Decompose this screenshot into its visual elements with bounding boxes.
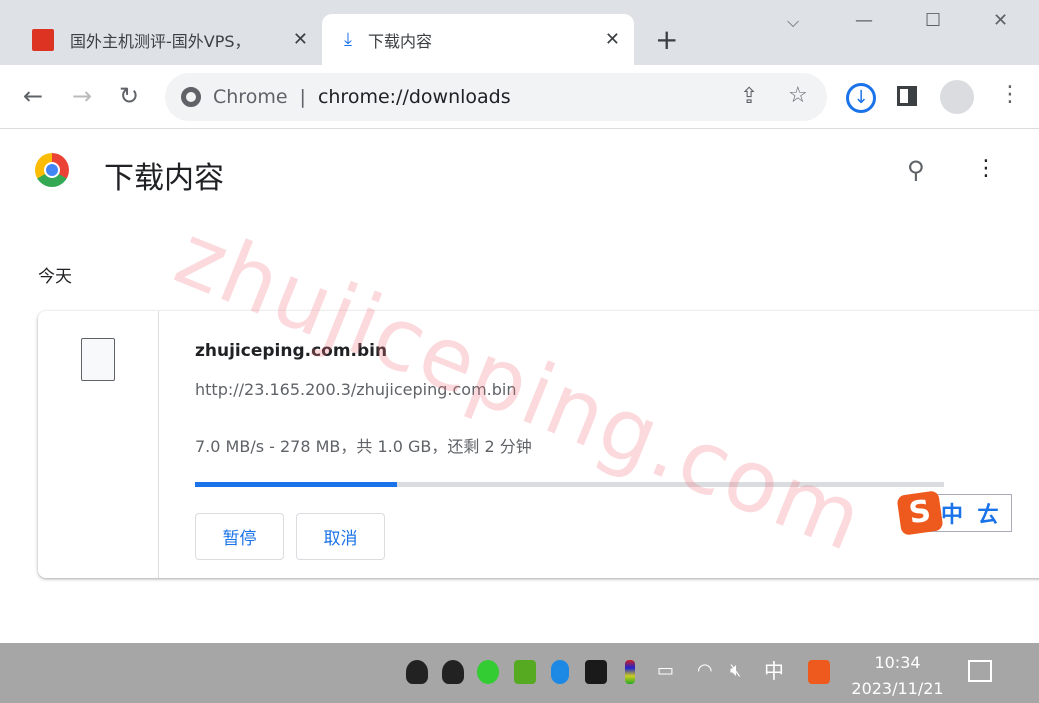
- notification-icon[interactable]: [968, 660, 992, 682]
- sogou-logo-icon: S: [896, 490, 944, 536]
- ime-option[interactable]: ㄊ: [977, 497, 999, 529]
- cancel-button[interactable]: 取消: [296, 513, 385, 560]
- minimize-icon[interactable]: —: [855, 12, 873, 30]
- download-item: zhujiceping.com.bin http://23.165.200.3/…: [38, 311, 1039, 578]
- bookmark-star-icon[interactable]: ☆: [788, 85, 808, 107]
- tab-title: 国外主机测评-国外VPS，: [70, 31, 251, 51]
- sogou-tray-icon[interactable]: [808, 660, 830, 684]
- search-icon[interactable]: ⚲: [907, 158, 925, 182]
- share-icon[interactable]: ⇪: [740, 86, 758, 108]
- bluetooth-icon[interactable]: [551, 660, 569, 684]
- window-close-icon[interactable]: ✕: [993, 12, 1008, 30]
- clock[interactable]: 10:34 2023/11/21: [850, 650, 945, 702]
- chrome-icon: [181, 87, 201, 107]
- back-icon[interactable]: ←: [23, 84, 43, 108]
- pause-button[interactable]: 暂停: [195, 513, 284, 560]
- more-actions-icon[interactable]: ⋮: [975, 158, 997, 180]
- download-icon: ⤓: [344, 29, 352, 50]
- nvidia-icon[interactable]: [585, 660, 607, 684]
- date-heading: 今天: [38, 267, 72, 287]
- volume-muted-icon[interactable]: 🔇︎: [730, 662, 741, 680]
- tab-search-icon[interactable]: ⌵: [787, 14, 799, 30]
- close-tab-icon[interactable]: ✕: [605, 29, 620, 50]
- wifi-icon[interactable]: ◠: [697, 662, 713, 680]
- menu-icon[interactable]: ⋮: [999, 84, 1021, 106]
- downloads-icon[interactable]: ↓: [846, 83, 876, 113]
- qq-icon[interactable]: [406, 660, 428, 684]
- battery-icon[interactable]: ▭: [657, 662, 674, 680]
- reload-icon[interactable]: ↻: [119, 84, 139, 108]
- progress-bar: [195, 482, 944, 487]
- tab-zhujiceping[interactable]: 国外主机测评-国外VPS， ✕: [16, 14, 322, 65]
- forward-icon[interactable]: →: [72, 84, 92, 108]
- maximize-icon[interactable]: ☐: [925, 12, 941, 30]
- side-panel-icon[interactable]: [897, 86, 917, 106]
- date: 2023/11/21: [851, 679, 944, 698]
- ime-mode[interactable]: 中: [941, 497, 963, 529]
- app-tray-icon[interactable]: [625, 660, 635, 684]
- qq-icon[interactable]: [442, 660, 464, 684]
- profile-avatar[interactable]: [940, 80, 974, 114]
- tab-downloads[interactable]: ⤓ 下载内容 ✕: [322, 14, 634, 65]
- ime-indicator[interactable]: 中: [764, 661, 784, 681]
- tab-title: 下载内容: [367, 31, 432, 51]
- file-name-link[interactable]: zhujiceping.com.bin: [195, 341, 387, 361]
- site-favicon: [32, 28, 54, 51]
- file-icon: [81, 338, 115, 381]
- separator: |: [299, 86, 306, 108]
- wechat-icon[interactable]: [477, 660, 499, 684]
- url-text[interactable]: chrome://downloads: [318, 86, 511, 108]
- site-label: Chrome: [213, 86, 288, 108]
- download-status: 7.0 MB/s - 278 MB，共 1.0 GB，还剩 2 分钟: [195, 437, 532, 456]
- security-icon[interactable]: [514, 660, 536, 684]
- new-tab-icon[interactable]: +: [655, 26, 678, 54]
- address-bar[interactable]: Chrome | chrome://downloads ⇪ ☆: [165, 73, 827, 121]
- chrome-logo: [35, 153, 69, 187]
- page-title: 下载内容: [104, 161, 224, 196]
- time: 10:34: [874, 653, 921, 672]
- source-url-link[interactable]: http://23.165.200.3/zhujiceping.com.bin: [195, 380, 516, 399]
- close-tab-icon[interactable]: ✕: [293, 29, 308, 50]
